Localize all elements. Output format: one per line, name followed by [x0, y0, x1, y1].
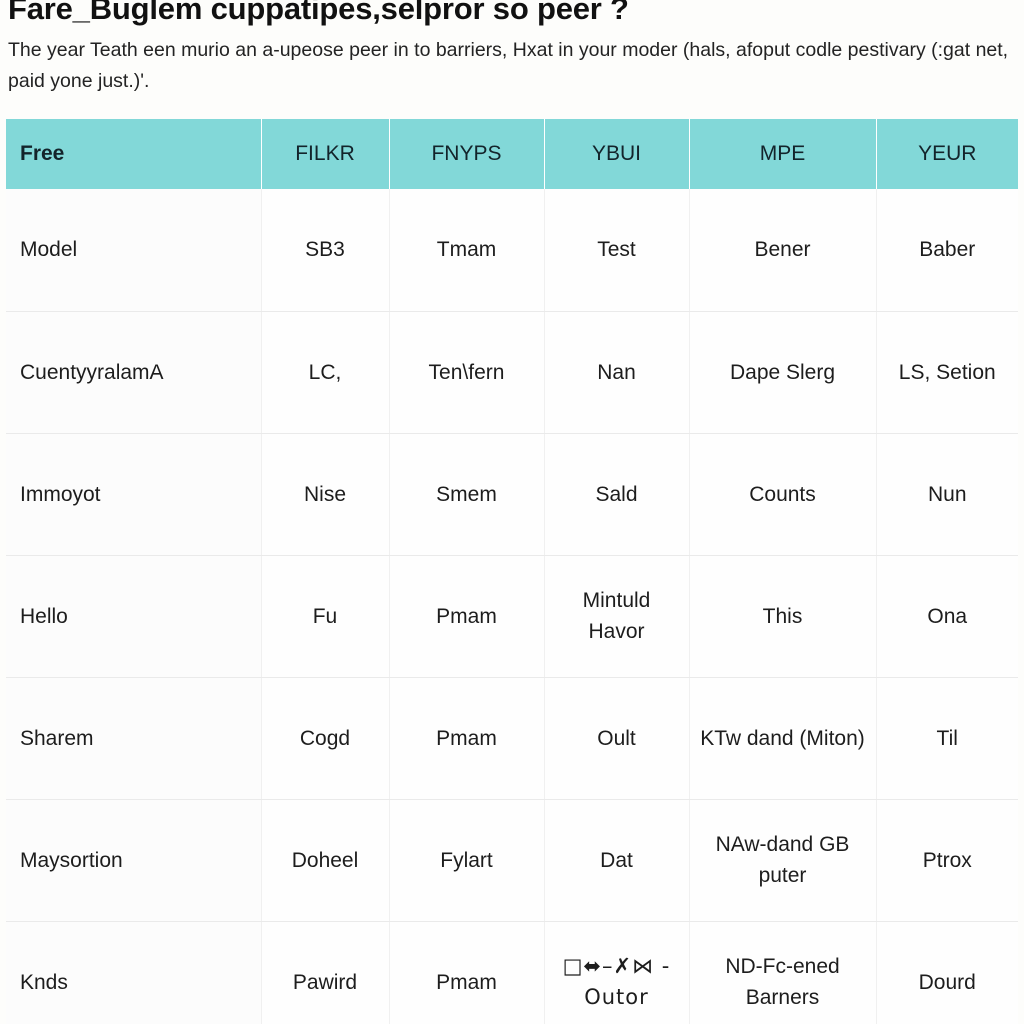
table-cell: ND-Fc-ened Barners — [689, 921, 877, 1024]
table-cell: Pmam — [389, 677, 545, 800]
table-cell: Pawird — [261, 921, 390, 1024]
table-cell: Doheel — [261, 799, 390, 922]
table-cell: KTw dand (Miton) — [689, 677, 877, 800]
page-subtitle: The year Teath een murio an a-upeose pee… — [8, 39, 1009, 92]
table-cell: Nan — [544, 311, 690, 434]
column-header-1[interactable]: FILKR — [261, 119, 390, 189]
comparison-table: Free FILKR FNYPS YBUI MPE YEUR Model SB3… — [6, 119, 1018, 1024]
table-cell: Tmam — [389, 189, 545, 312]
table-cell: Ptrox — [876, 799, 1018, 922]
table-cell: Sharem — [6, 677, 262, 800]
table-cell: Model — [6, 189, 262, 312]
table-cell: Smem — [389, 433, 545, 556]
table-cell: Baber — [876, 189, 1018, 312]
table-cell: Bener — [689, 189, 877, 312]
column-header-5[interactable]: YEUR — [876, 119, 1018, 189]
column-header-3[interactable]: YBUI — [544, 119, 690, 189]
table-cell: □⬌–✗⋈ -Outor — [544, 921, 690, 1024]
table-row: Sharem Cogd Pmam Oult KTw dand (Miton) T… — [6, 677, 1018, 800]
table-row: Maysortion Doheel Fylart Dat NAw-dand GB… — [6, 799, 1018, 922]
table-cell: Dape Slerg — [689, 311, 877, 434]
page-title: Fare_Buglem cuppatipes,selpror so peer ? — [8, 0, 629, 26]
table-cell: This — [689, 555, 877, 678]
table-row: Immoyot Nise Smem Sald Counts Nun — [6, 433, 1018, 556]
table-row: CuentyyralamA LC, Ten\fern Nan Dape Sler… — [6, 311, 1018, 434]
table-cell: Cogd — [261, 677, 390, 800]
table-cell: Oult — [544, 677, 690, 800]
column-header-4[interactable]: MPE — [689, 119, 877, 189]
table-container: Free FILKR FNYPS YBUI MPE YEUR Model SB3… — [6, 119, 1018, 1024]
table-cell: Test — [544, 189, 690, 312]
table-cell: Pmam — [389, 555, 545, 678]
table-cell: Hello — [6, 555, 262, 678]
table-cell: LS, Setion — [876, 311, 1018, 434]
table-cell: Dat — [544, 799, 690, 922]
table-cell: Dourd — [876, 921, 1018, 1024]
table-header: Free FILKR FNYPS YBUI MPE YEUR — [6, 119, 1018, 189]
page-root: Fare_Buglem cuppatipes,selpror so peer ?… — [0, 0, 1024, 1024]
table-header-row: Free FILKR FNYPS YBUI MPE YEUR — [6, 119, 1018, 189]
table-cell: Mintuld Havor — [544, 555, 690, 678]
table-cell: Nun — [876, 433, 1018, 556]
column-header-2[interactable]: FNYPS — [389, 119, 545, 189]
table-row: Hello Fu Pmam Mintuld Havor This Ona — [6, 555, 1018, 678]
table-cell: Fu — [261, 555, 390, 678]
table-row: Model SB3 Tmam Test Bener Baber — [6, 189, 1018, 312]
heading-block: Fare_Buglem cuppatipes,selpror so peer ?… — [6, 0, 1018, 97]
table-cell: Maysortion — [6, 799, 262, 922]
table-row: Knds Pawird Pmam □⬌–✗⋈ -Outor ND-Fc-ened… — [6, 921, 1018, 1024]
table-cell: Til — [876, 677, 1018, 800]
table-cell: Ten\fern — [389, 311, 545, 434]
table-cell: LC, — [261, 311, 390, 434]
table-cell: Immoyot — [6, 433, 262, 556]
table-cell: Ona — [876, 555, 1018, 678]
table-body: Model SB3 Tmam Test Bener Baber Cuentyyr… — [6, 189, 1018, 1024]
table-cell: NAw-dand GB puter — [689, 799, 877, 922]
table-cell: CuentyyralamA — [6, 311, 262, 434]
table-cell: Sald — [544, 433, 690, 556]
table-cell: SB3 — [261, 189, 390, 312]
column-header-0[interactable]: Free — [6, 119, 262, 189]
table-cell: Nise — [261, 433, 390, 556]
table-cell: Fylart — [389, 799, 545, 922]
table-cell: Counts — [689, 433, 877, 556]
table-cell: Pmam — [389, 921, 545, 1024]
table-cell: Knds — [6, 921, 262, 1024]
